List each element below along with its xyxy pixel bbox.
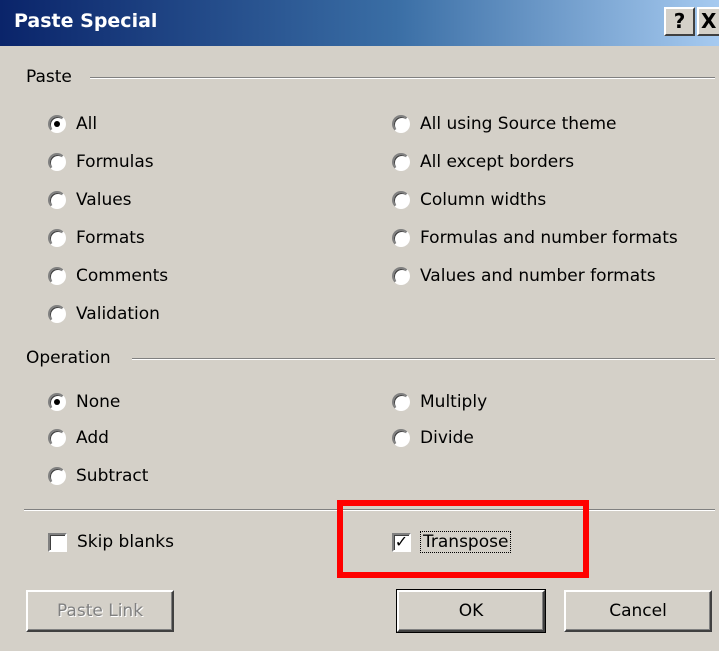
radio-button-icon xyxy=(48,305,66,323)
option-label: Formulas xyxy=(76,152,154,172)
cancel-button[interactable]: Cancel xyxy=(564,590,712,632)
window-title: Paste Special xyxy=(14,10,158,32)
operation-subtract-radio[interactable]: Subtract xyxy=(48,466,148,486)
title-bar[interactable]: Paste Special ? X xyxy=(0,0,719,46)
ok-button[interactable]: OK xyxy=(396,589,546,633)
operation-none-radio[interactable]: None xyxy=(48,392,120,412)
paste-link-button[interactable]: Paste Link xyxy=(26,590,174,632)
operation-group-divider xyxy=(132,358,715,360)
operation-add-radio[interactable]: Add xyxy=(48,428,109,448)
option-label: Multiply xyxy=(420,392,488,412)
radio-button-icon xyxy=(392,429,410,447)
radio-button-icon xyxy=(392,267,410,285)
paste-validation-radio[interactable]: Validation xyxy=(48,304,160,324)
checkbox-icon xyxy=(48,532,67,552)
paste-group-divider xyxy=(90,77,715,79)
operation-divide-radio[interactable]: Divide xyxy=(392,428,474,448)
option-label: Formulas and number formats xyxy=(420,228,678,248)
paste-column-widths-radio[interactable]: Column widths xyxy=(392,190,546,210)
option-label: All xyxy=(76,114,98,134)
paste-all-radio[interactable]: All xyxy=(48,114,97,134)
option-label: Validation xyxy=(76,304,160,324)
radio-button-icon xyxy=(392,191,410,209)
paste-all-source-theme-radio[interactable]: All using Source theme xyxy=(392,114,617,134)
radio-button-icon xyxy=(392,229,410,247)
radio-button-icon xyxy=(48,429,66,447)
option-label: Divide xyxy=(420,428,474,448)
option-label: None xyxy=(76,392,121,412)
paste-all-except-borders-radio[interactable]: All except borders xyxy=(392,152,574,172)
paste-formats-radio[interactable]: Formats xyxy=(48,228,145,248)
option-label: Values xyxy=(76,190,132,210)
radio-button-icon xyxy=(392,153,410,171)
radio-button-icon xyxy=(48,191,66,209)
operation-multiply-radio[interactable]: Multiply xyxy=(392,392,487,412)
help-button[interactable]: ? xyxy=(664,7,695,36)
option-label: Subtract xyxy=(76,466,149,486)
option-label: Values and number formats xyxy=(420,266,656,286)
paste-special-dialog: Paste Special ? X Paste All Formulas Val… xyxy=(0,0,719,651)
button-label: OK xyxy=(458,601,484,621)
option-label: Column widths xyxy=(420,190,547,210)
option-label: Comments xyxy=(76,266,169,286)
option-label: Formats xyxy=(76,228,145,248)
radio-button-icon xyxy=(48,467,66,485)
paste-values-number-formats-radio[interactable]: Values and number formats xyxy=(392,266,656,286)
option-label: All using Source theme xyxy=(420,114,617,134)
close-icon: X xyxy=(701,9,717,33)
radio-button-icon xyxy=(48,267,66,285)
option-label: Skip blanks xyxy=(77,532,174,552)
radio-button-icon xyxy=(392,393,410,411)
transpose-highlight-box xyxy=(337,500,589,578)
paste-values-radio[interactable]: Values xyxy=(48,190,132,210)
skip-blanks-checkbox[interactable]: Skip blanks xyxy=(48,532,174,552)
option-label: Add xyxy=(76,428,109,448)
button-label: Cancel xyxy=(609,601,667,621)
radio-button-icon xyxy=(48,229,66,247)
radio-button-icon xyxy=(48,115,66,133)
radio-button-icon xyxy=(48,393,66,411)
paste-formulas-radio[interactable]: Formulas xyxy=(48,152,154,172)
paste-formulas-number-formats-radio[interactable]: Formulas and number formats xyxy=(392,228,678,248)
help-icon: ? xyxy=(673,9,686,33)
paste-comments-radio[interactable]: Comments xyxy=(48,266,168,286)
close-button[interactable]: X xyxy=(697,7,719,36)
operation-group-label: Operation xyxy=(26,348,119,368)
paste-group-label: Paste xyxy=(26,67,80,87)
radio-button-icon xyxy=(48,153,66,171)
radio-button-icon xyxy=(392,115,410,133)
button-label: Paste Link xyxy=(56,601,144,621)
option-label: All except borders xyxy=(420,152,575,172)
